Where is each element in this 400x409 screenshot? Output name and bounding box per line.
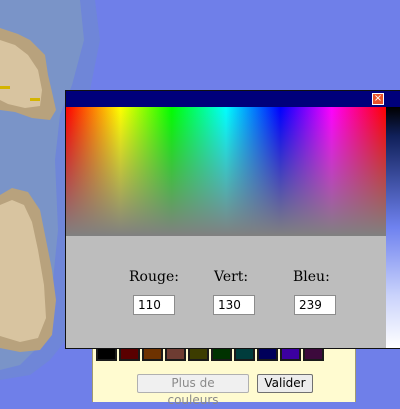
color-picker-dialog: × Rouge: Vert: Bleu: xyxy=(66,91,400,348)
red-input[interactable] xyxy=(133,295,175,315)
close-button[interactable]: × xyxy=(372,93,384,105)
red-label: Rouge: xyxy=(129,269,179,285)
marker xyxy=(0,86,10,89)
brightness-slider[interactable] xyxy=(386,107,400,348)
color-spectrum[interactable] xyxy=(66,107,386,236)
green-input[interactable] xyxy=(213,295,255,315)
validate-button[interactable]: Valider xyxy=(257,374,313,393)
palette-panel: Plus de couleurs Valider xyxy=(92,342,356,407)
marker xyxy=(30,98,40,101)
blue-input[interactable] xyxy=(294,295,336,315)
blue-label: Bleu: xyxy=(293,269,330,285)
dialog-title-bar[interactable]: × xyxy=(66,91,400,107)
green-label: Vert: xyxy=(214,269,249,285)
saturation-gradient xyxy=(66,107,386,236)
more-colors-button[interactable]: Plus de couleurs xyxy=(137,374,249,407)
